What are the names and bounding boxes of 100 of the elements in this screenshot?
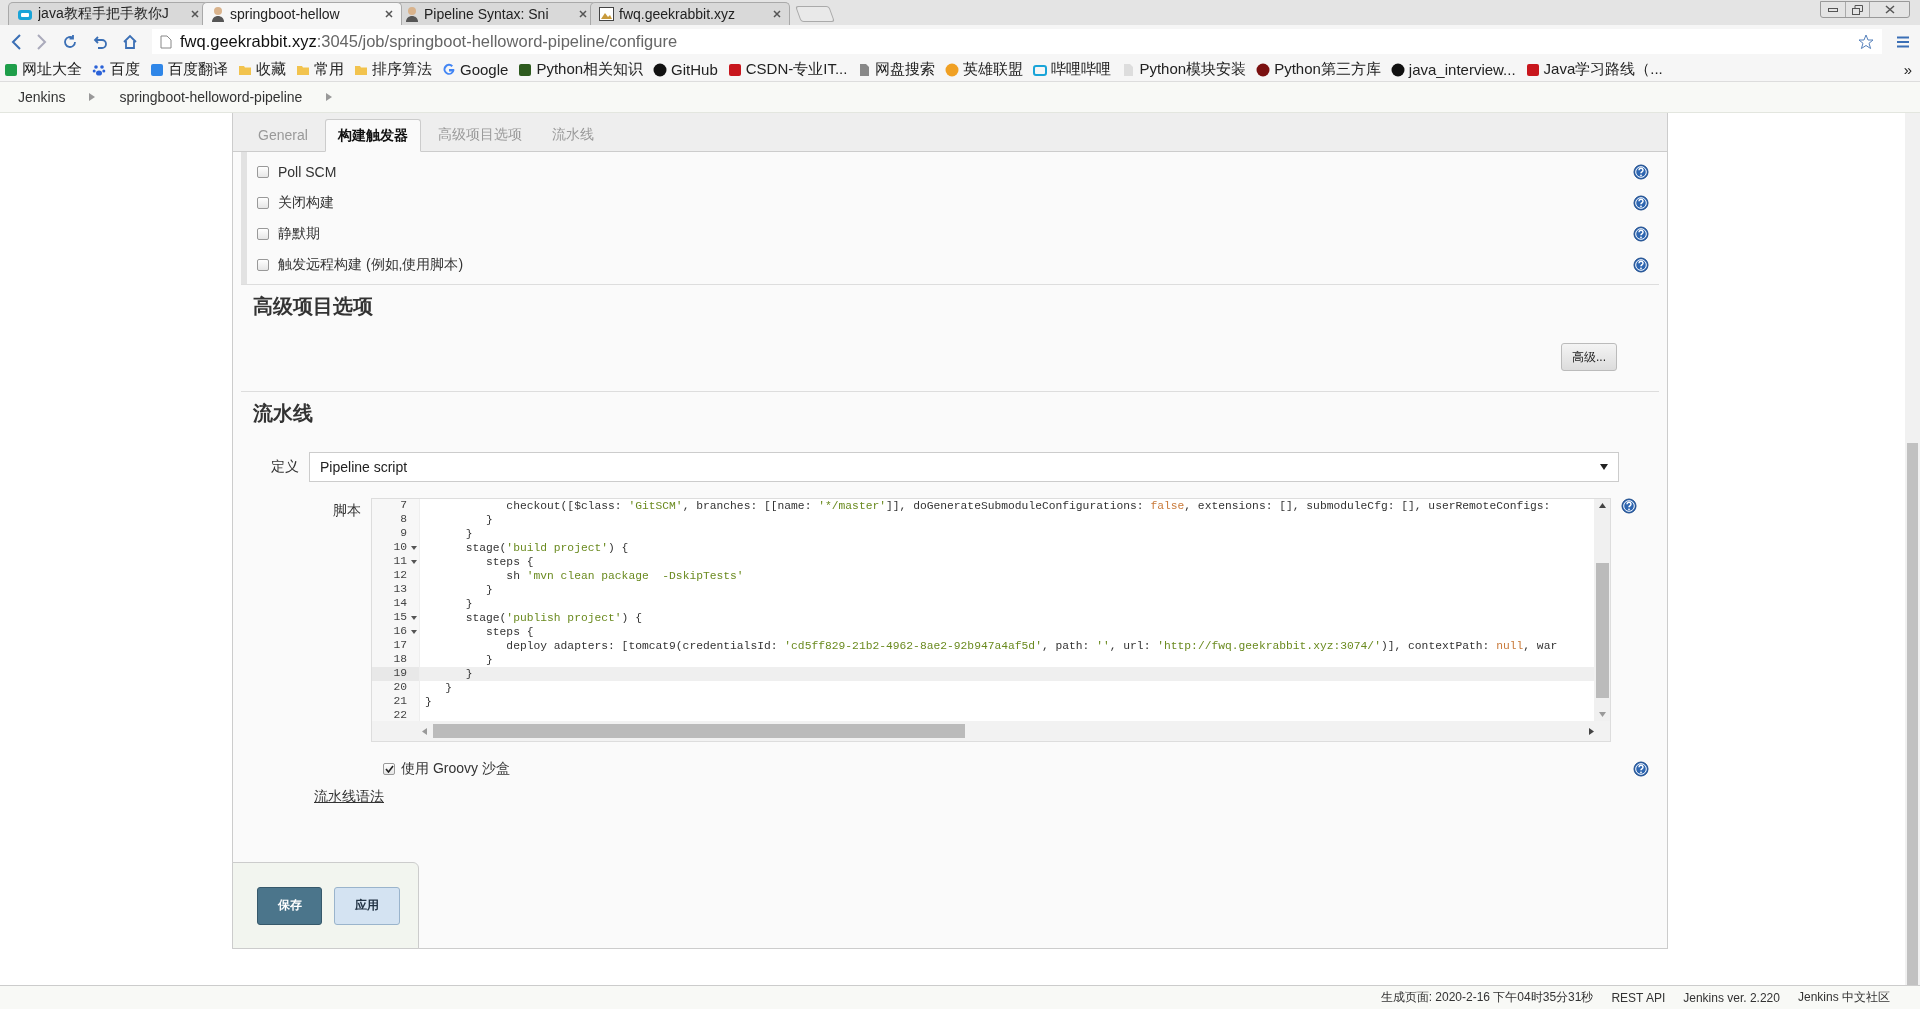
tv-icon: [17, 7, 33, 21]
field-label: 脚本: [333, 502, 361, 520]
bookmark[interactable]: 收藏: [238, 60, 286, 79]
image-icon: [599, 7, 614, 21]
back-icon[interactable]: [10, 33, 22, 50]
bookmark[interactable]: CSDN-专业IT...: [727, 60, 848, 79]
close-icon[interactable]: [579, 10, 587, 18]
footer-link[interactable]: REST API: [1611, 990, 1666, 1005]
bookmark[interactable]: 网盘搜索: [857, 60, 936, 79]
checkbox[interactable]: [257, 227, 269, 240]
code-line: sh 'mvn clean package -DskipTests': [505, 569, 745, 583]
syntax-link[interactable]: 流水线语法: [314, 788, 384, 806]
undo-icon[interactable]: [92, 33, 108, 50]
bookmark[interactable]: Google: [442, 61, 509, 78]
close-icon[interactable]: [773, 10, 781, 18]
checkbox[interactable]: [257, 258, 269, 271]
bookmark[interactable]: Python第三方库: [1256, 60, 1381, 79]
left-arrow-icon[interactable]: [422, 727, 427, 735]
footer-link[interactable]: Jenkins ver. 2.220: [1683, 990, 1780, 1005]
definition-select[interactable]: Pipeline script: [309, 452, 1619, 482]
help-icon[interactable]: [1633, 163, 1649, 180]
bookmark[interactable]: 英雄联盟: [945, 60, 1024, 79]
footer-link[interactable]: Jenkins 中文社区: [1797, 989, 1890, 1006]
menu-icon[interactable]: [1896, 35, 1910, 48]
section-title: 流水线: [253, 401, 314, 426]
generated-time: 生成页面: 2020-2-16 下午04时35分31秒: [1380, 989, 1594, 1006]
code-line: checkout([$class: 'GitSCM', branches: [[name: '*/master']], doGenerateSubmoduleConfigurations: false, extensions: [], submoduleCfg: [], userRemoteConfigs:: [505, 499, 1552, 513]
code-line: }: [424, 695, 433, 709]
fold-icon[interactable]: [411, 616, 417, 620]
page-icon: [857, 62, 872, 77]
page-scrollbar[interactable]: [1905, 113, 1920, 985]
reload-icon[interactable]: [62, 33, 78, 50]
code-line: stage('build project') {: [464, 541, 630, 555]
save-button[interactable]: 保存: [257, 886, 322, 925]
config-tab[interactable]: 构建触发器: [324, 119, 421, 152]
bookmark[interactable]: 百度翻译: [150, 60, 228, 79]
checkbox-label: 使用 Groovy 沙盒: [401, 760, 510, 778]
close-icon[interactable]: [385, 10, 393, 18]
page-icon: [1121, 62, 1136, 77]
bookmark[interactable]: 哔哩哔哩: [1033, 60, 1112, 79]
fold-icon[interactable]: [411, 546, 417, 550]
browser-tab[interactable]: springboot-hellow: [202, 2, 402, 25]
vertical-scrollbar[interactable]: [1594, 499, 1610, 721]
line-number: 20: [392, 681, 408, 695]
checkbox[interactable]: [257, 196, 269, 209]
apply-button[interactable]: 应用: [334, 886, 400, 925]
checkbox[interactable]: [257, 165, 269, 178]
code-line: }: [464, 597, 474, 611]
bookmark[interactable]: 排序算法: [354, 60, 432, 79]
line-number: 17: [392, 639, 408, 653]
code-line: stage('publish project') {: [464, 611, 643, 625]
more-bookmarks-button[interactable]: »: [1903, 61, 1916, 78]
line-number: 8: [399, 513, 408, 527]
bookmark[interactable]: GitHub: [653, 61, 718, 78]
star-icon[interactable]: [1858, 33, 1874, 50]
fold-icon[interactable]: [411, 560, 417, 564]
fold-icon[interactable]: [411, 630, 417, 634]
help-icon[interactable]: [1633, 256, 1649, 273]
checkbox-label: 触发远程构建 (例如,使用脚本): [278, 255, 464, 274]
home-icon[interactable]: [122, 33, 138, 50]
horizontal-scrollbar[interactable]: [372, 721, 1610, 741]
line-number: 10: [372, 541, 419, 555]
breadcrumb-link[interactable]: springboot-helloword-pipeline: [119, 89, 303, 105]
code-line: steps {: [485, 555, 535, 569]
chevron-icon: [326, 93, 333, 101]
restore-icon: [1852, 4, 1863, 15]
bookmark[interactable]: Python模块安装: [1121, 60, 1247, 79]
bookmark[interactable]: Python相关知识: [518, 60, 644, 79]
browser-tab[interactable]: fwq.geekrabbit.xyz: [590, 2, 790, 25]
g-logo-icon: [442, 62, 456, 77]
line-number: 18: [392, 653, 408, 667]
code-line: }: [464, 527, 474, 541]
page-icon: [160, 34, 172, 49]
bookmark[interactable]: java_interview...: [1390, 61, 1516, 78]
code-line: }: [444, 681, 454, 695]
help-icon[interactable]: [1621, 498, 1637, 514]
close-icon[interactable]: [191, 10, 199, 18]
code-line: }: [485, 513, 494, 527]
breadcrumb-link[interactable]: Jenkins: [18, 89, 66, 105]
advanced-button[interactable]: 高级...: [1561, 343, 1617, 371]
bookmark[interactable]: 常用: [296, 60, 344, 79]
line-number: 7: [399, 499, 408, 513]
paw-icon: [92, 62, 106, 77]
code-line: deploy adapters: [tomcat9(credentialsId: 'cd5ff829-21b2-4962-8ae2-92b947a4af5d', path: '', url: 'http://fwq.geekrabbit.xyz:3074/')], contextPath: null, war: [505, 639, 1559, 653]
help-icon[interactable]: [1633, 761, 1649, 777]
checkbox[interactable]: [383, 763, 395, 775]
help-icon[interactable]: [1633, 225, 1649, 242]
bookmark[interactable]: Java学习路线（...: [1525, 60, 1663, 79]
address-field[interactable]: fwq.geekrabbit.xyz:3045/job/springboot-helloword-pipeline/configure: [152, 29, 1882, 54]
person-icon: [405, 6, 419, 22]
line-number: 15: [372, 611, 419, 625]
circle-icon: [653, 62, 668, 77]
line-number: 22: [392, 709, 408, 723]
circle-icon: [945, 62, 960, 77]
bookmark[interactable]: 网址大全: [4, 60, 82, 79]
line-number: 16: [372, 625, 419, 639]
bookmark[interactable]: 百度: [92, 60, 140, 79]
up-arrow-icon[interactable]: [1598, 503, 1606, 508]
right-arrow-icon[interactable]: [1589, 727, 1594, 735]
help-icon[interactable]: [1633, 194, 1649, 211]
